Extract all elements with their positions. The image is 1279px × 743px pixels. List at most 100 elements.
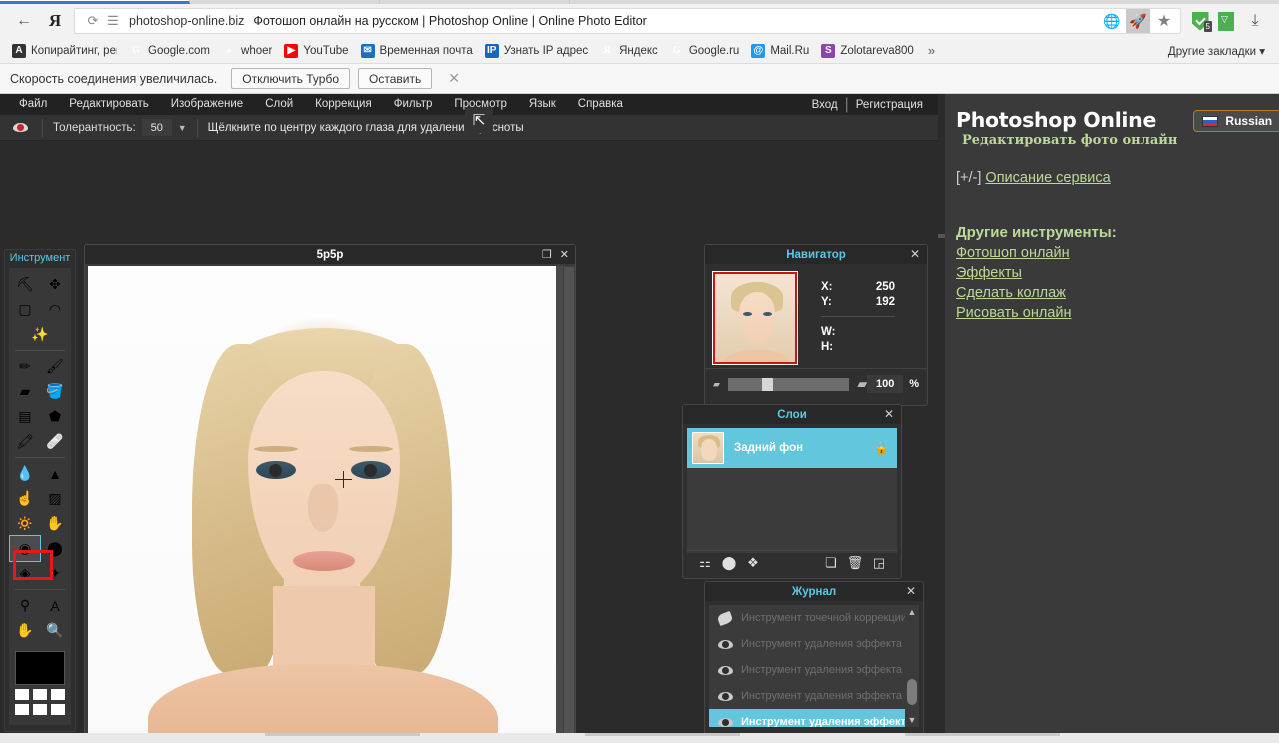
description-toggle[interactable]: [+/-] xyxy=(956,170,981,186)
other-tool-link-1[interactable]: Эффекты xyxy=(956,265,1279,281)
yandex-logo-icon[interactable]: Я xyxy=(40,7,70,35)
scroll-up-arrow-icon[interactable]: ▲ xyxy=(905,605,919,619)
scroll-down-arrow-icon[interactable]: ▼ xyxy=(905,713,919,727)
tolerance-input[interactable] xyxy=(142,119,172,136)
zoom-out-icon[interactable]: ▰ xyxy=(713,379,720,390)
zoom-in-icon[interactable]: ▰ xyxy=(857,376,867,392)
chevron-down-icon[interactable]: ▼ xyxy=(178,123,187,133)
red-eye-tool-icon[interactable]: ◉ xyxy=(10,536,40,561)
scrollbar-thumb[interactable] xyxy=(564,267,574,743)
pencil-tool-icon[interactable]: ✏ xyxy=(10,354,40,379)
layer-settings-icon[interactable]: ⚏ xyxy=(693,553,717,573)
eraser-tool-icon[interactable]: ▰ xyxy=(10,379,40,404)
login-link[interactable]: Вход xyxy=(805,99,845,111)
menu-item-8[interactable]: Справка xyxy=(567,94,634,115)
lasso-tool-icon[interactable]: ◠ xyxy=(40,297,70,322)
menu-item-7[interactable]: Язык xyxy=(518,94,567,115)
other-tool-link-2[interactable]: Сделать коллаж xyxy=(956,285,1279,301)
download-icon[interactable]: ⤓ xyxy=(1239,7,1271,35)
bookmark-item[interactable]: GGoogle.ru xyxy=(664,41,746,61)
menu-item-4[interactable]: Коррекция xyxy=(304,94,383,115)
sharpen-tool-icon[interactable]: ▲ xyxy=(40,461,70,486)
brush-tool-icon[interactable]: 🖌 xyxy=(40,354,70,379)
resize-handle-icon[interactable]: ◲ xyxy=(867,553,891,573)
layers-title-bar[interactable]: Слои ✕ xyxy=(683,405,901,424)
history-scrollbar[interactable]: ▲ ▼ xyxy=(905,605,919,727)
palette-swatch[interactable] xyxy=(15,704,29,715)
back-arrow-icon[interactable]: ← xyxy=(8,7,40,35)
palette-swatch[interactable] xyxy=(33,689,47,700)
duplicate-layer-icon[interactable]: ❏ xyxy=(819,553,843,573)
history-title-bar[interactable]: Журнал ✕ xyxy=(705,582,923,601)
other-tool-link-0[interactable]: Фотошоп онлайн xyxy=(956,245,1279,261)
bloat-tool-icon[interactable]: ⬤ xyxy=(40,536,70,561)
palette-swatch[interactable] xyxy=(51,689,65,700)
bookmark-star-icon[interactable]: ★ xyxy=(1152,9,1176,33)
register-link[interactable]: Регистрация xyxy=(849,99,930,111)
layer-row[interactable]: Задний фон🔒 xyxy=(687,428,897,468)
reload-icon[interactable]: ⟳ xyxy=(83,11,103,31)
clone-stamp-tool-icon[interactable]: ⬟ xyxy=(40,404,70,429)
bookmark-item[interactable]: AКопирайтинг, репа xyxy=(6,41,123,61)
menu-item-5[interactable]: Фильтр xyxy=(383,94,444,115)
bookmarks-overflow-button[interactable]: » xyxy=(920,43,943,58)
liquify-tool-icon[interactable]: ✦ xyxy=(40,561,70,586)
sponge-tool-icon[interactable]: ▨ xyxy=(40,486,70,511)
paint-bucket-tool-icon[interactable]: 🪣 xyxy=(40,379,70,404)
bookmark-item[interactable]: ⌕whoer xyxy=(216,41,278,61)
scrollbar-thumb[interactable] xyxy=(907,679,917,705)
palette-swatch[interactable] xyxy=(51,704,65,715)
keep-turbo-button[interactable]: Оставить xyxy=(358,68,432,89)
reader-mode-icon[interactable]: ☰ xyxy=(103,11,123,31)
browser-tab[interactable] xyxy=(380,0,570,4)
bookmark-item[interactable]: SZolotareva800 xyxy=(815,41,920,61)
dodge-tool-icon[interactable]: 🔅 xyxy=(10,511,40,536)
menu-item-3[interactable]: Слой xyxy=(254,94,304,115)
menu-item-1[interactable]: Редактировать xyxy=(58,94,159,115)
bookmark-item[interactable]: GGoogle.com xyxy=(123,41,216,61)
lock-icon[interactable]: 🔒 xyxy=(874,441,889,455)
navigator-thumbnail[interactable] xyxy=(713,272,797,364)
bookmark-item[interactable]: ▶YouTube xyxy=(278,41,354,61)
globe-icon[interactable]: 🌐 xyxy=(1100,9,1124,33)
close-icon[interactable]: ✕ xyxy=(906,584,916,598)
history-row[interactable]: Инструмент удаления эффекта красных глаз xyxy=(709,683,919,709)
zoom-slider[interactable] xyxy=(728,378,849,391)
color-replace-tool-icon[interactable]: 🖍 xyxy=(10,429,40,454)
disable-turbo-button[interactable]: Отключить Турбо xyxy=(231,68,350,89)
slider-thumb[interactable] xyxy=(762,378,773,391)
move-tool-icon[interactable]: ✥ xyxy=(40,272,70,297)
palette-swatch[interactable] xyxy=(33,704,47,715)
magic-wand-tool-icon[interactable]: ✨ xyxy=(25,322,55,347)
bookmark-item[interactable]: ✉Временная почта xyxy=(355,41,479,61)
marquee-select-tool-icon[interactable]: ▢ xyxy=(10,297,40,322)
hand-tool-icon[interactable]: ✋ xyxy=(10,618,40,643)
document-title-bar[interactable]: 5p5p ❐ ✕ xyxy=(85,245,575,264)
menu-item-0[interactable]: Файл xyxy=(8,94,58,115)
gradient-tool-icon[interactable]: ▤ xyxy=(10,404,40,429)
canvas-vertical-scrollbar[interactable] xyxy=(563,266,575,743)
close-icon[interactable]: ✕ xyxy=(910,247,920,261)
palette-swatch[interactable] xyxy=(15,689,29,700)
delete-layer-icon[interactable]: 🗑 xyxy=(843,553,867,573)
zoom-percent-input[interactable] xyxy=(867,375,903,393)
blur-tool-icon[interactable]: 💧 xyxy=(10,461,40,486)
eyedropper-tool-icon[interactable]: ⚲ xyxy=(10,593,40,618)
taskbar-item[interactable] xyxy=(265,733,420,736)
service-description-link[interactable]: Описание сервиса xyxy=(985,170,1110,186)
other-tool-link-3[interactable]: Рисовать онлайн xyxy=(956,305,1279,321)
restore-window-icon[interactable]: ❐ xyxy=(542,248,552,261)
language-selector-button[interactable]: Russian xyxy=(1193,110,1279,132)
navigator-title-bar[interactable]: Навигатор ✕ xyxy=(705,245,927,264)
spot-heal-tool-icon[interactable]: 🩹 xyxy=(40,429,70,454)
history-row[interactable]: Инструмент точечной коррекции xyxy=(709,605,919,631)
layer-style-icon[interactable]: ❖ xyxy=(741,553,765,573)
taskbar-item[interactable] xyxy=(905,733,1060,736)
history-row[interactable]: Инструмент удаления эффекта красных глаз xyxy=(709,657,919,683)
bookmark-item[interactable]: ЯЯндекс xyxy=(594,41,664,61)
foreground-color-swatch[interactable] xyxy=(15,651,65,685)
history-row[interactable]: Инструмент удаления эффекта красных глаз xyxy=(709,631,919,657)
adguard-shield-icon[interactable]: 5 xyxy=(1187,7,1213,35)
open-in-new-window-icon[interactable]: ⇱ xyxy=(465,107,493,133)
layer-mask-icon[interactable]: ⬤ xyxy=(717,553,741,573)
